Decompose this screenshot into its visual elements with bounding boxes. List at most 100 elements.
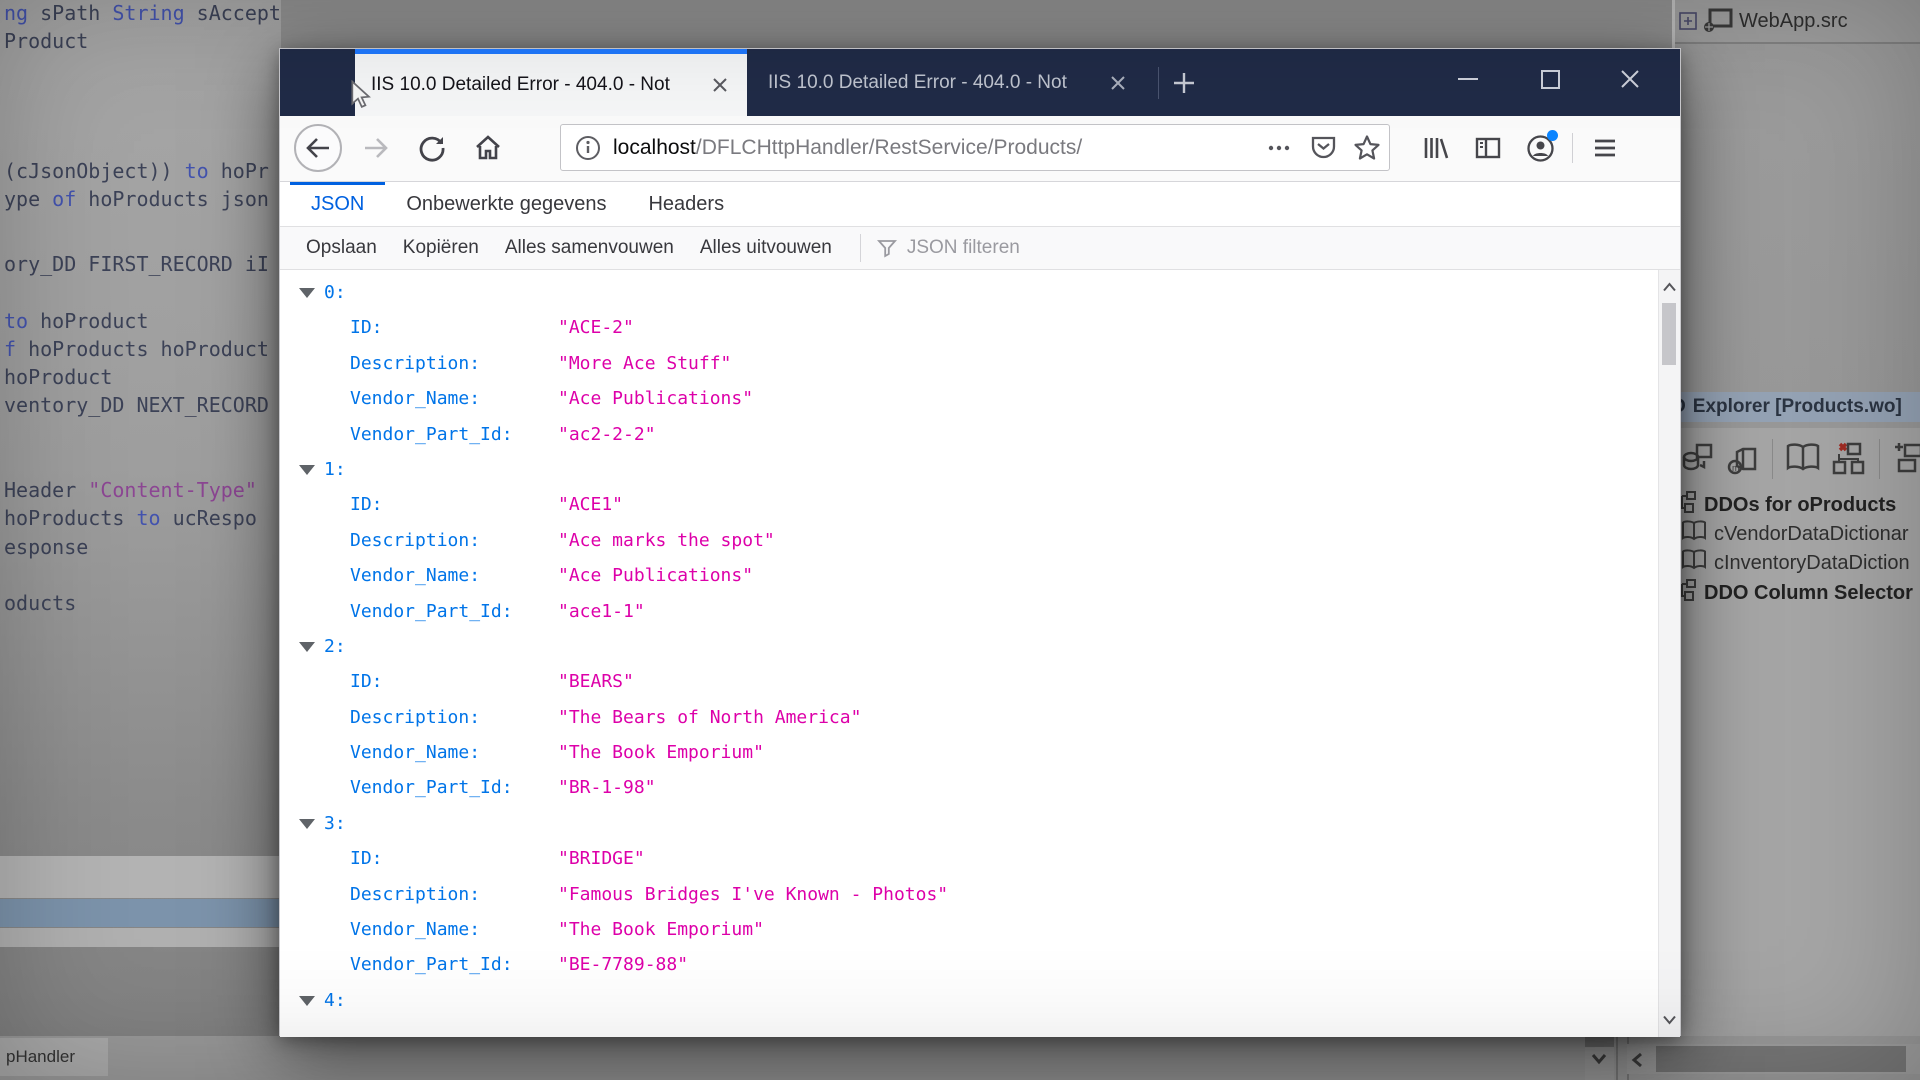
pocket-icon[interactable] <box>1301 126 1345 170</box>
site-info-icon[interactable] <box>575 135 601 161</box>
browser-titlebar[interactable]: IIS 10.0 Detailed Error - 404.0 - Not II… <box>280 49 1680 116</box>
menu-hamburger-icon[interactable] <box>1579 124 1631 172</box>
json-property-value: "Ace marks the spot" <box>558 529 775 551</box>
collapse-triangle-icon[interactable] <box>299 995 315 1006</box>
branch-icon <box>1677 578 1697 608</box>
minimize-button[interactable] <box>1439 49 1497 109</box>
account-notification-dot <box>1547 130 1558 141</box>
collapse-triangle-icon[interactable] <box>299 818 315 829</box>
ide-vertical-scrollbar[interactable] <box>1585 1036 1614 1080</box>
browser-tab-inactive[interactable]: IIS 10.0 Detailed Error - 404.0 - Not <box>752 49 1145 116</box>
ide-code-panel: ng sPath String sAcceptType Product (cJson… <box>0 0 281 1036</box>
delete-ddo-icon[interactable] <box>1830 440 1868 478</box>
ide-bottom-tab[interactable]: pHandler <box>0 1038 108 1076</box>
code-line: hoProducts to ucRespo <box>4 506 257 530</box>
tab-close-icon[interactable] <box>705 70 735 100</box>
scrollbar-thumb[interactable] <box>1656 1046 1906 1072</box>
json-property-value: "The Bears of North America" <box>558 706 862 728</box>
viewer-tab-label: Onbewerkte gegevens <box>406 192 607 215</box>
json-property-name: Vendor_Part_Id: <box>350 777 513 799</box>
add-column-icon[interactable] <box>1891 441 1920 477</box>
json-property-name: Description: <box>350 706 481 728</box>
explorer-item-ddo-column-selector[interactable]: DDO Column Selector <box>1675 578 1920 608</box>
collapse-triangle-icon[interactable] <box>299 641 315 652</box>
forward-button[interactable] <box>352 124 400 172</box>
code-line: hoProduct <box>4 365 113 389</box>
json-property-name: Description: <box>350 352 481 374</box>
webapp-file-icon <box>1704 8 1733 32</box>
explorer-item-cinventorydatadiction[interactable]: cInventoryDataDiction <box>1675 548 1920 578</box>
toolbar-button-alles-samenvouwen[interactable]: Alles samenvouwen <box>505 237 674 259</box>
browser-tab-active[interactable]: IIS 10.0 Detailed Error - 404.0 - Not <box>355 49 747 116</box>
json-property-value: "ace1-1" <box>558 600 645 622</box>
json-property-value: "BEARS" <box>558 671 634 693</box>
home-button[interactable] <box>464 124 512 172</box>
close-button[interactable] <box>1601 49 1659 109</box>
url-bar[interactable]: localhost/DFLCHttpHandler/RestService/Pr… <box>560 124 1390 171</box>
json-property-name: Vendor_Name: <box>350 388 481 410</box>
scroll-down-icon[interactable] <box>1589 1052 1609 1066</box>
explorer-item-cvendordatadictionar[interactable]: cVendorDataDictionar <box>1675 519 1920 549</box>
toolbar-button-kopi-ren[interactable]: Kopiëren <box>403 237 479 259</box>
code-line: (cJsonObject)) to hoPr <box>4 159 269 183</box>
tab-close-icon[interactable] <box>1103 68 1133 98</box>
json-property-row: Vendor_Name: "The Book Emporium" <box>280 912 1659 947</box>
reload-button[interactable] <box>408 124 456 172</box>
open-book-icon[interactable] <box>1784 441 1822 477</box>
code-line: ype of hoProducts json <box>4 187 269 211</box>
json-entry-index: 4: <box>324 989 346 1011</box>
back-button[interactable] <box>294 124 342 172</box>
collapse-triangle-icon[interactable] <box>299 287 315 298</box>
library-icon[interactable] <box>1410 124 1462 172</box>
json-viewer-toolbar: Opslaan Kopiëren Alles samenvouwen Alles ui… <box>280 227 1680 270</box>
toolbar-button-opslaan[interactable]: Opslaan <box>306 237 377 259</box>
open-ddo-icon[interactable]: m <box>1725 441 1761 477</box>
code-line: esponse <box>4 535 89 559</box>
collapse-triangle-icon[interactable] <box>299 464 315 475</box>
ide-horizontal-scrollbar[interactable] <box>1627 1044 1920 1074</box>
new-tab-button[interactable] <box>1166 65 1202 101</box>
expand-plus-icon[interactable] <box>1679 12 1697 30</box>
explorer-panel-title: O Explorer [Products.wo] <box>1675 392 1920 422</box>
viewer-tab-json[interactable]: JSON <box>290 182 386 226</box>
json-filter-input[interactable] <box>904 236 1219 260</box>
json-viewer-tabs: JSON Onbewerkte gegevens Headers <box>280 182 1680 227</box>
json-property-name: Description: <box>350 883 481 905</box>
sidebars-icon[interactable] <box>1462 124 1514 172</box>
json-property-name: Vendor_Part_Id: <box>350 423 513 445</box>
json-property-row: Vendor_Part_Id: "BE-7789-88" <box>280 947 1659 982</box>
explorer-item-ddos-for-oproducts[interactable]: DDOs for oProducts <box>1675 490 1920 520</box>
bookmark-star-icon[interactable] <box>1345 126 1389 170</box>
scroll-down-icon[interactable] <box>1659 1007 1679 1033</box>
explorer-title-text: Explorer [Products.wo] <box>1692 396 1902 417</box>
json-property-name: Vendor_Name: <box>350 742 481 764</box>
refresh-ddo-icon[interactable] <box>1681 441 1717 477</box>
json-filter[interactable] <box>876 236 1219 260</box>
maximize-button[interactable] <box>1521 49 1579 109</box>
json-property-row: Vendor_Name: "The Book Emporium" <box>280 735 1659 770</box>
explorer-toolbar: m <box>1675 428 1920 490</box>
page-actions-icon[interactable] <box>1257 126 1301 170</box>
viewer-tab-onbewerkte-gegevens[interactable]: Onbewerkte gegevens <box>385 182 627 226</box>
scrollbar-thumb[interactable] <box>1662 303 1676 365</box>
json-property-row: Vendor_Part_Id: "ac2-2-2" <box>280 417 1659 452</box>
scrollbar-thumb[interactable] <box>1585 1036 1614 1047</box>
url-text[interactable]: localhost/DFLCHttpHandler/RestService/Pr… <box>613 136 1257 160</box>
viewer-tab-headers[interactable]: Headers <box>627 182 745 226</box>
toolbar-button-alles-uitvouwen[interactable]: Alles uitvouwen <box>700 237 832 259</box>
vertical-scrollbar[interactable] <box>1658 270 1680 1037</box>
json-entry-header: 0: <box>280 275 1659 310</box>
branch-icon <box>1677 490 1697 520</box>
json-property-name: Vendor_Part_Id: <box>350 600 513 622</box>
scroll-left-icon[interactable] <box>1631 1051 1645 1069</box>
tab-title: IIS 10.0 Detailed Error - 404.0 - Not <box>768 71 1103 94</box>
ide-tree-item-webapp[interactable]: WebApp.src <box>1675 0 1920 44</box>
ide-right-panel: WebApp.src O Explorer [Products.wo] m <box>1672 0 1920 1036</box>
code-line: oducts <box>4 591 77 615</box>
scroll-up-icon[interactable] <box>1659 274 1679 300</box>
json-property-row: ID: "BRIDGE" <box>280 841 1659 876</box>
json-property-row: Vendor_Name: "Ace Publications" <box>280 381 1659 416</box>
funnel-icon <box>876 240 897 258</box>
ide-list-row <box>0 928 281 947</box>
account-icon[interactable] <box>1514 124 1566 172</box>
